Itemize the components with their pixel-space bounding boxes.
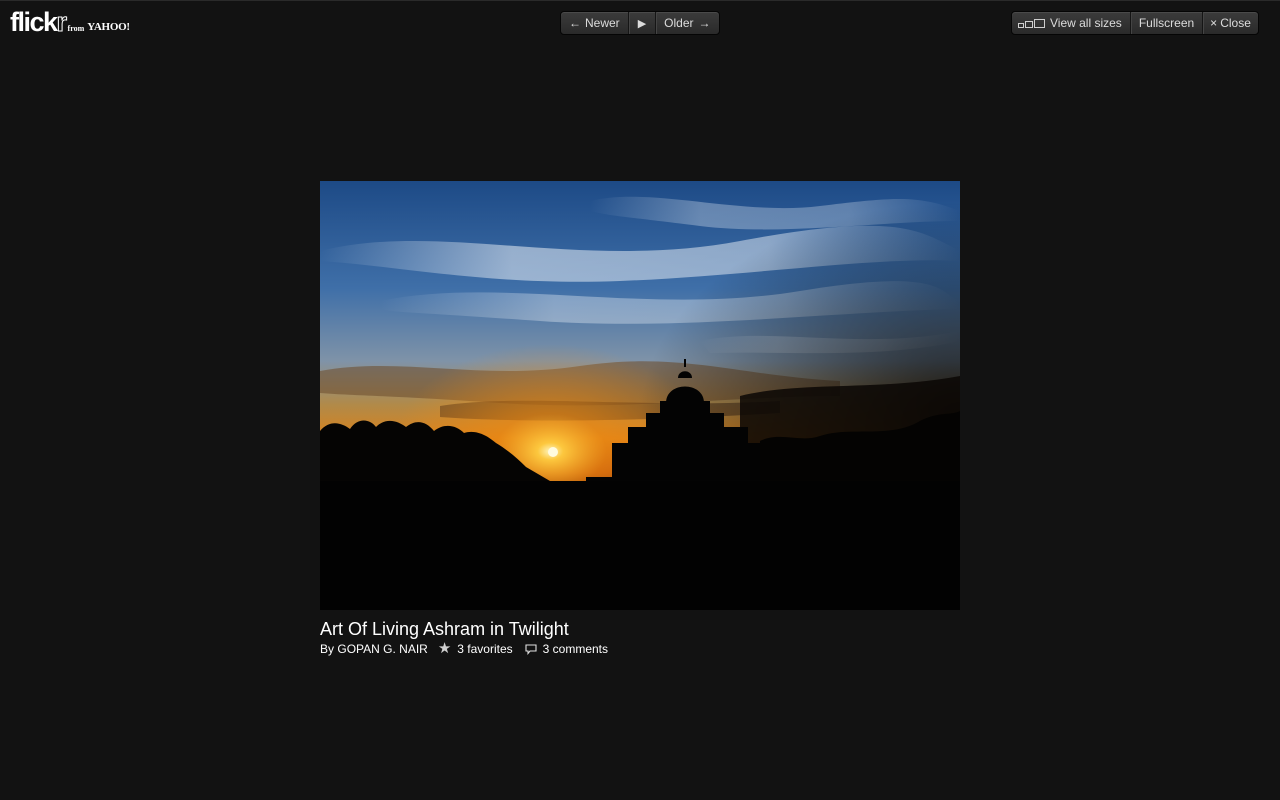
- play-icon: ▶: [637, 17, 647, 30]
- favorites-link[interactable]: 3 favorites: [457, 642, 512, 656]
- slideshow-play-button[interactable]: ▶: [629, 12, 657, 34]
- arrow-left-icon: ←: [569, 16, 581, 30]
- main-photo[interactable]: [320, 181, 960, 610]
- star-icon: ★: [437, 640, 452, 657]
- close-button[interactable]: × Close: [1203, 12, 1258, 34]
- logo-from-text: from: [67, 24, 85, 33]
- logo-brand: flick: [10, 7, 58, 37]
- newer-label: Newer: [585, 16, 620, 30]
- comments-link[interactable]: 3 comments: [543, 642, 608, 656]
- sunset-photo-image: [320, 181, 960, 610]
- sizes-icon: [1018, 18, 1046, 28]
- author-link[interactable]: GOPAN G. NAIR: [337, 642, 427, 656]
- fullscreen-button[interactable]: Fullscreen: [1131, 12, 1204, 34]
- newer-button[interactable]: ← Newer: [561, 12, 629, 34]
- arrow-right-icon: →: [698, 16, 711, 30]
- lightbox-actions: View all sizes Fullscreen × Close: [1011, 11, 1259, 35]
- author-prefix: By: [320, 642, 335, 656]
- view-all-sizes-label: View all sizes: [1050, 16, 1122, 30]
- flickr-logo[interactable]: flickr from YAHOO!: [10, 8, 130, 36]
- older-label: Older: [664, 16, 694, 30]
- photo-author-line: By GOPAN G. NAIR: [320, 642, 428, 656]
- logo-yahoo-text: YAHOO!: [87, 21, 130, 33]
- older-button[interactable]: Older →: [656, 12, 718, 34]
- close-icon: ×: [1210, 16, 1218, 30]
- fullscreen-label: Fullscreen: [1138, 16, 1195, 30]
- logo-flickr-text: flickr: [10, 7, 68, 37]
- photo-title[interactable]: Art Of Living Ashram in Twilight: [320, 619, 569, 640]
- photo-navigation: ← Newer ▶ Older →: [560, 11, 720, 35]
- view-all-sizes-button[interactable]: View all sizes: [1012, 12, 1131, 34]
- photo-meta: By GOPAN G. NAIR ★ 3 favorites 3 comment…: [320, 640, 608, 657]
- logo-brand-r: r: [56, 7, 68, 37]
- close-label: Close: [1220, 16, 1251, 30]
- top-border: [0, 0, 1280, 1]
- comment-icon: [525, 643, 537, 655]
